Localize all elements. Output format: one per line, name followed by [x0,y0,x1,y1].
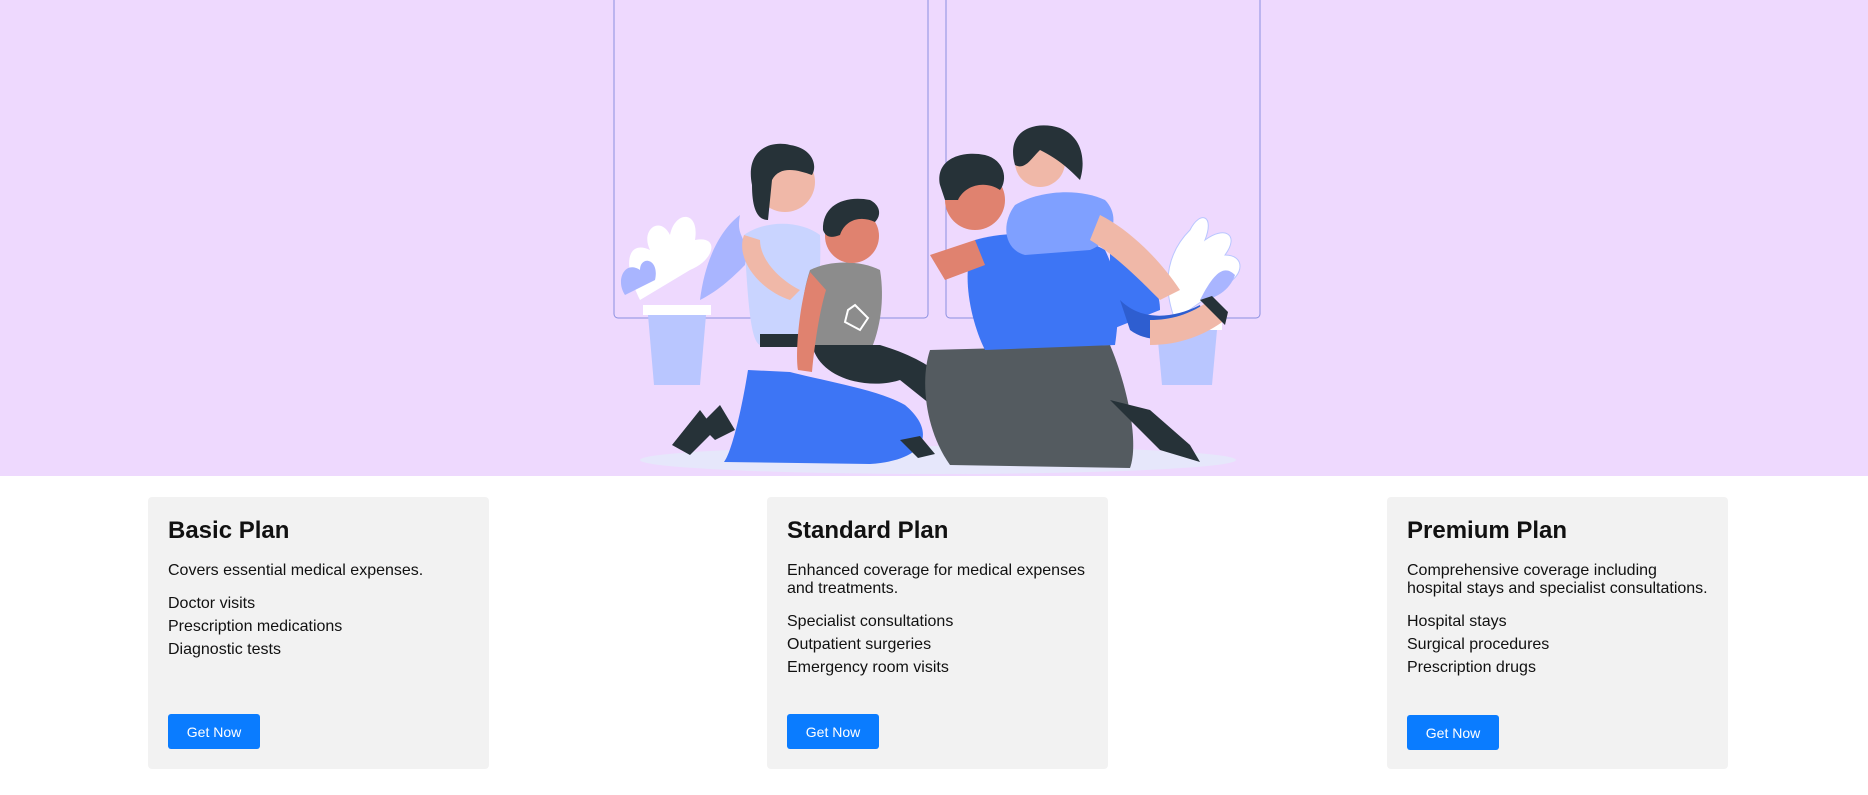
plant-right-icon [1152,217,1241,385]
plan-feature: Emergency room visits [787,659,949,676]
plan-card-premium: Premium Plan Comprehensive coverage incl… [1387,497,1728,769]
plan-feature: Diagnostic tests [168,641,281,658]
plan-features: Doctor visits Prescription medications D… [168,592,469,661]
plan-card-standard: Standard Plan Enhanced coverage for medi… [767,497,1108,769]
plan-feature: Hospital stays [1407,613,1507,630]
get-now-button[interactable]: Get Now [1407,715,1499,750]
plan-title: Standard Plan [787,517,949,544]
plant-left-icon [620,215,747,385]
plan-description: Comprehensive coverage including hospita… [1407,562,1708,597]
plan-title: Premium Plan [1407,517,1568,544]
get-now-button[interactable]: Get Now [168,714,260,749]
plan-description: Covers essential medical expenses. [168,562,424,579]
plan-feature: Prescription medications [168,618,343,635]
plan-feature: Outpatient surgeries [787,636,932,653]
plan-feature: Doctor visits [168,595,256,612]
mother-figure [672,143,923,464]
plan-card-basic: Basic Plan Covers essential medical expe… [148,497,489,769]
family-illustration [613,0,1261,474]
get-now-button[interactable]: Get Now [787,714,879,749]
plan-features: Hospital stays Surgical procedures Presc… [1407,610,1708,679]
plan-title: Basic Plan [168,517,290,544]
plan-feature: Surgical procedures [1407,636,1550,653]
plan-feature: Prescription drugs [1407,659,1536,676]
plan-description: Enhanced coverage for medical expenses a… [787,562,1085,597]
plans-section: Basic Plan Covers essential medical expe… [0,476,1868,795]
plan-features: Specialist consultations Outpatient surg… [787,610,1088,679]
hero-banner [0,0,1868,476]
plan-feature: Specialist consultations [787,613,954,630]
